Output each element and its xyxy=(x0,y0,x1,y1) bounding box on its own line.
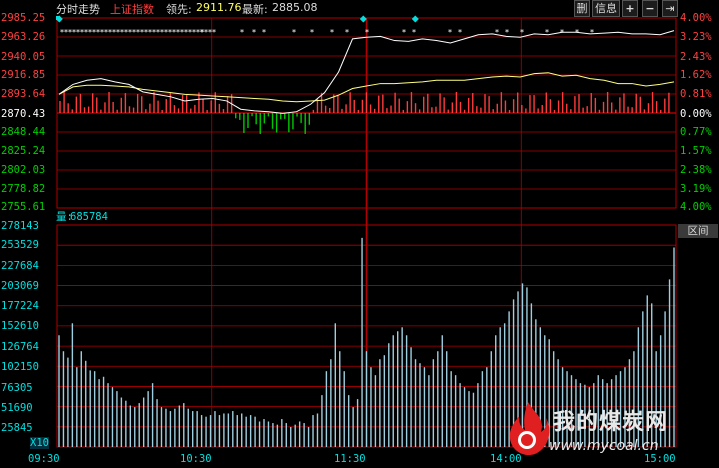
percent-tick: 0.77% xyxy=(680,126,712,138)
volume-tick: 102150 xyxy=(1,361,39,373)
signal-star: * xyxy=(200,28,204,37)
signal-star: * xyxy=(520,28,524,37)
signal-star: * xyxy=(240,28,244,37)
percent-tick: 2.43% xyxy=(680,51,712,63)
signal-star: * xyxy=(575,28,579,37)
signal-star: * xyxy=(402,28,406,37)
percent-tick: 1.57% xyxy=(680,145,712,157)
signal-star: * xyxy=(412,28,416,37)
prev-value: 2911.76 xyxy=(196,1,242,14)
time-tick: 09:30 xyxy=(28,453,60,465)
price-tick: 2870.43 xyxy=(1,108,46,120)
latest-label: 最新: xyxy=(242,3,268,16)
volume-tick: 203069 xyxy=(1,280,39,292)
signal-star: * xyxy=(458,28,462,37)
signal-star: * xyxy=(262,28,266,37)
price-tick: 2848.44 xyxy=(1,126,46,138)
watermark-url: www.mycoal.cn xyxy=(549,438,659,454)
volume-tick: 76305 xyxy=(1,382,33,394)
signal-star: * xyxy=(495,28,499,37)
price-tick: 2755.61 xyxy=(1,201,46,213)
prev-label: 领先: xyxy=(166,3,192,16)
signal-star: * xyxy=(292,28,296,37)
info-button[interactable]: 信息 xyxy=(592,0,620,17)
volume-tick: 51690 xyxy=(1,402,33,414)
price-tick: 2916.85 xyxy=(1,69,46,81)
time-tick: 11:30 xyxy=(334,453,366,465)
percent-tick: 4.00% xyxy=(680,12,712,24)
percent-tick: 4.00% xyxy=(680,201,712,213)
signal-star: * xyxy=(505,28,509,37)
signal-star: * xyxy=(345,28,349,37)
range-tab[interactable]: 区间 xyxy=(678,224,718,238)
volume-tick: 227684 xyxy=(1,260,39,272)
volume-multiplier: X10 xyxy=(30,437,49,449)
price-tick: 2825.24 xyxy=(1,145,46,157)
percent-tick: 1.62% xyxy=(680,69,712,81)
watermark: 我的煤炭网 www.mycoal.cn xyxy=(505,398,715,462)
signal-star: * xyxy=(212,28,216,37)
view-title[interactable]: 分时走势 xyxy=(56,1,100,17)
price-tick: 2940.05 xyxy=(1,51,46,63)
price-tick: 2963.26 xyxy=(1,31,46,43)
volume-tick: 253529 xyxy=(1,239,39,251)
price-tick: 2802.03 xyxy=(1,164,46,176)
delete-button[interactable]: 删 xyxy=(574,0,590,17)
signal-star: * xyxy=(448,28,452,37)
signal-star: * xyxy=(545,28,549,37)
index-name[interactable]: 上证指数 xyxy=(110,1,154,17)
signal-star: * xyxy=(310,28,314,37)
signal-star: * xyxy=(590,28,594,37)
volume-value: 685784 xyxy=(70,211,108,223)
watermark-text: 我的煤炭网 xyxy=(553,410,669,435)
signal-star: * xyxy=(330,28,334,37)
flame-logo-icon xyxy=(509,402,550,456)
percent-tick: 0.81% xyxy=(680,88,712,100)
volume-tick: 126764 xyxy=(1,341,39,353)
volume-tick: 152610 xyxy=(1,320,39,332)
signal-markers: * * * * * * * * * * * * * * * * * * * * * * * * * * * * * * * * * * * * * ** *… xyxy=(55,15,594,37)
signal-star: * xyxy=(560,28,564,37)
header-bar: 分时走势 上证指数 领先: 2911.76 最新: 2885.08 删 信息 +… xyxy=(0,0,719,17)
percent-tick: 3.23% xyxy=(680,31,712,43)
volume-tick: 278143 xyxy=(1,220,39,232)
time-tick: 10:30 xyxy=(180,453,212,465)
price-tick: 2893.64 xyxy=(1,88,46,100)
volume-tick: 177224 xyxy=(1,300,39,312)
signal-star: * xyxy=(252,28,256,37)
latest-value: 2885.08 xyxy=(272,1,318,14)
zoom-out-button[interactable]: − xyxy=(642,0,658,17)
exit-icon[interactable]: ⇥ xyxy=(662,0,678,17)
price-tick: 2778.82 xyxy=(1,183,46,195)
price-tick: 2985.25 xyxy=(1,12,46,24)
percent-tick: 2.38% xyxy=(680,164,712,176)
zoom-in-button[interactable]: + xyxy=(622,0,638,17)
percent-tick: 0.00% xyxy=(680,108,712,120)
event-diamond-icon xyxy=(411,15,419,23)
volume-tick: 25845 xyxy=(1,422,33,434)
signal-star: * xyxy=(365,28,369,37)
percent-tick: 3.19% xyxy=(680,183,712,195)
